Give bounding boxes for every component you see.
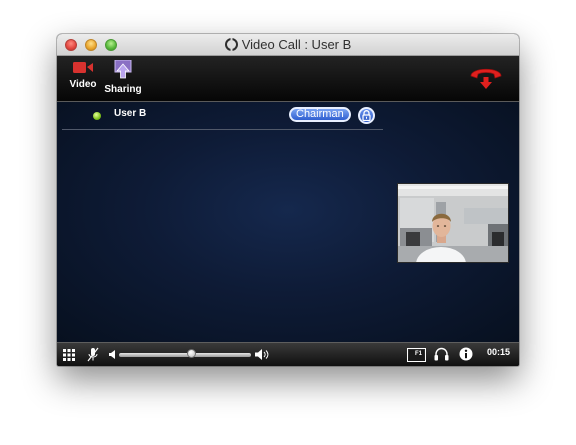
microphone-mute-icon[interactable] (87, 347, 99, 362)
window-title: Video Call : User B (241, 37, 352, 52)
toolbar: Video Sharing (57, 56, 519, 102)
lock-button[interactable] (358, 107, 375, 124)
title-bar: Video Call : User B (57, 34, 519, 56)
volume-slider[interactable] (119, 353, 251, 357)
hang-up-button[interactable] (468, 64, 504, 94)
window-title-area: Video Call : User B (57, 37, 519, 53)
camera-feed-image (398, 184, 508, 262)
info-icon[interactable] (459, 347, 473, 361)
control-bar: F1 00:15 (57, 342, 519, 366)
share-upload-icon (114, 59, 132, 79)
fullscreen-key-label: F1 (415, 351, 423, 357)
participant-row[interactable]: User B Chairman (62, 102, 383, 130)
headphones-icon[interactable] (434, 347, 449, 361)
chairman-badge[interactable]: Chairman (289, 107, 351, 122)
sharing-button-label: Sharing (104, 84, 142, 95)
video-button-label: Video (69, 79, 97, 90)
fullscreen-button[interactable]: F1 (407, 348, 426, 366)
video-button[interactable]: Video (65, 60, 101, 90)
lock-icon (362, 110, 371, 121)
volume-low-icon (109, 350, 115, 359)
online-status-indicator (93, 112, 101, 120)
sharing-button[interactable]: Sharing (102, 59, 144, 95)
video-stage: User B Chairman (57, 102, 519, 342)
app-logo-icon (224, 38, 238, 51)
dialpad-grid-icon[interactable] (63, 349, 75, 361)
self-video-preview[interactable] (397, 183, 509, 263)
video-call-window: Video Call : User B Video Sharing User B… (57, 34, 519, 366)
participant-name: User B (114, 108, 147, 119)
video-camera-icon (73, 62, 93, 73)
volume-high-icon (255, 349, 269, 360)
call-timer: 00:15 (487, 347, 511, 357)
